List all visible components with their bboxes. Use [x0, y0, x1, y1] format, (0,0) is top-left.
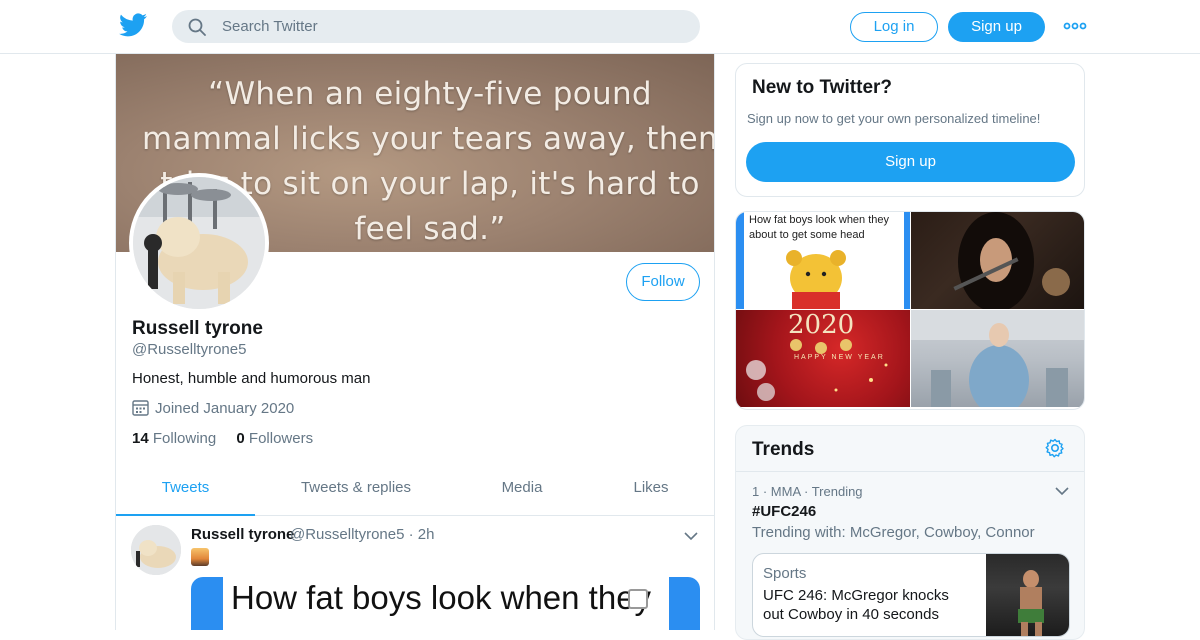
trend-meta: 1 · MMA · Trending — [752, 484, 863, 499]
statue-photo-image — [911, 310, 1084, 407]
trends-title: Trends — [752, 439, 815, 460]
chevron-down-icon[interactable] — [683, 530, 699, 542]
dog-photo-image — [133, 177, 265, 309]
login-button[interactable]: Log in — [850, 12, 938, 42]
media-caption-text: How fat boys look when they — [231, 579, 652, 616]
winnie-the-pooh-image — [786, 250, 846, 309]
media-tile-2[interactable] — [911, 212, 1084, 309]
new-to-twitter-module: New to Twitter? Sign up now to get your … — [735, 63, 1085, 197]
trend-hashtag[interactable]: #UFC246 — [752, 503, 816, 520]
profile-name: Russell tyrone — [132, 318, 263, 339]
profile-tabs: Tweets Tweets & replies Media Likes — [116, 468, 714, 516]
calendar-icon — [132, 400, 149, 416]
more-options-icon[interactable] — [1063, 18, 1087, 34]
followers-count: 0 — [236, 430, 245, 447]
followers-label: Followers — [248, 430, 314, 447]
photos-videos-grid: How fat boys look when they about to get… — [735, 211, 1085, 410]
trend-related: Trending with: McGregor, Cowboy, Connor — [752, 524, 1035, 541]
joined-text: Joined January 2020 — [155, 400, 295, 417]
media-checkbox-graphic — [628, 589, 648, 609]
signup-button[interactable]: Sign up — [948, 12, 1045, 42]
chevron-down-icon[interactable] — [1055, 486, 1069, 496]
profile-bio: Honest, humble and humorous man — [132, 370, 371, 387]
tweet-media-image[interactable]: How fat boys look when they — [191, 577, 700, 630]
search-input[interactable] — [222, 10, 682, 43]
media-tile-3[interactable]: 2020 HAPPY NEW YEAR — [736, 310, 910, 407]
profile-column: “When an eighty-five pound mammal licks … — [115, 54, 715, 630]
following-label: Following — [152, 430, 217, 447]
news-card-category: Sports — [763, 565, 807, 582]
profile-handle: @Russelltyrone5 — [132, 341, 247, 358]
dog-photo-thumb — [131, 525, 181, 575]
singer-photo-image — [953, 212, 1070, 309]
tweet-handle-time: @Russelltyrone5 · 2h — [290, 526, 435, 543]
follow-button[interactable]: Follow — [626, 263, 700, 301]
tab-likes[interactable]: Likes — [616, 468, 686, 516]
tweet-avatar[interactable] — [131, 525, 181, 575]
trend-news-card[interactable]: Sports UFC 246: McGregor knocks out Cowb… — [752, 553, 1070, 637]
following-link[interactable]: 14 Following — [132, 430, 216, 447]
gear-icon[interactable] — [1045, 438, 1065, 458]
news-card-thumbnail — [986, 554, 1069, 636]
news-card-headline: UFC 246: McGregor knocks out Cowboy in 4… — [763, 587, 949, 623]
search-icon — [188, 18, 206, 36]
following-count: 14 — [132, 430, 149, 447]
profile-avatar[interactable] — [129, 173, 269, 313]
tab-tweets[interactable]: Tweets — [116, 468, 255, 516]
followers-link[interactable]: 0 Followers — [236, 430, 313, 447]
fighter-photo-image — [1018, 570, 1044, 636]
tab-tweets-and-replies[interactable]: Tweets & replies — [286, 468, 426, 516]
follow-stats: 14 Following 0 Followers — [132, 430, 329, 447]
new-year-ornaments-image — [746, 339, 888, 401]
media-tile-4[interactable] — [911, 310, 1084, 407]
tab-media[interactable]: Media — [476, 468, 568, 516]
twitter-bird-logo-icon[interactable] — [119, 13, 147, 37]
trends-divider — [736, 471, 1084, 472]
media-tile-1-edge-right — [904, 212, 910, 309]
media-tile-1-text: How fat boys look when they about to get… — [749, 214, 890, 241]
media-tile-1-edge — [736, 212, 744, 309]
signup-large-button[interactable]: Sign up — [746, 142, 1075, 182]
joined-date: Joined January 2020 — [132, 399, 294, 417]
search-box[interactable] — [172, 10, 700, 43]
new-to-twitter-title: New to Twitter? — [752, 77, 893, 98]
trends-module: Trends 1 · MMA · Trending #UFC246 Trendi… — [735, 425, 1085, 640]
tweet-item[interactable]: Russell tyrone @Russelltyrone5 · 2h How … — [116, 516, 714, 630]
top-navigation-bar: Log in Sign up — [0, 0, 1200, 54]
sunset-emoji-icon — [191, 548, 209, 566]
new-to-twitter-subtitle: Sign up now to get your own personalized… — [747, 111, 1041, 126]
media-tile-1[interactable]: How fat boys look when they about to get… — [736, 212, 910, 309]
tweet-author-name[interactable]: Russell tyrone — [191, 526, 294, 543]
